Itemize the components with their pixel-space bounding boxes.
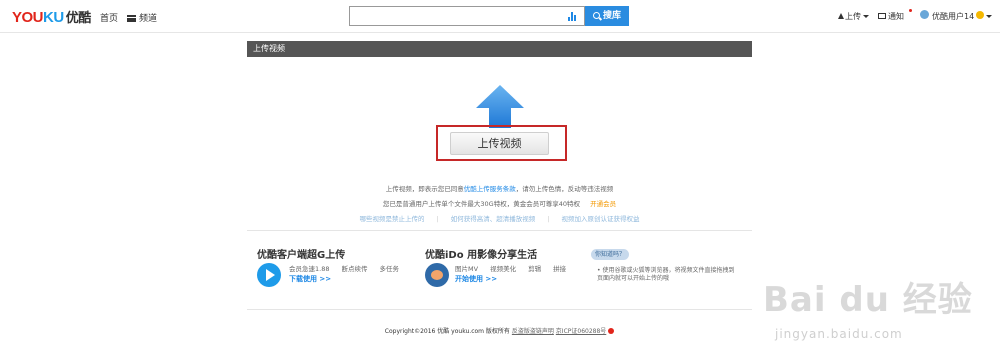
page-title: 上传视频 [247,41,752,57]
tip-badge: 你知道吗？ [591,249,629,260]
help-link[interactable]: 如何获得高清、超清播放视频 [451,215,536,223]
chevron-down-icon [863,15,869,18]
bird-icon[interactable] [425,263,449,287]
client-download-link[interactable]: 下载使用 >> [289,274,331,284]
search-icon [592,12,600,19]
upload-arrow-icon [476,85,524,128]
upload-icon [838,13,844,19]
avatar[interactable] [920,10,929,19]
baidu-watermark-url: jingyan.baidu.com [775,327,903,341]
police-badge-icon [608,328,615,334]
upload-menu[interactable]: 上传 [838,11,869,22]
divider [247,230,752,231]
help-links: 哪些视频是禁止上传的 | 如何获得高清、超清播放视频 | 视频加入原创认证获得权益 [359,215,640,223]
menu-icon [127,15,136,22]
help-link[interactable]: 哪些视频是禁止上传的 [360,215,425,223]
sun-icon [976,11,985,19]
help-link[interactable]: 视频加入原创认证获得权益 [561,215,639,223]
ido-start-link[interactable]: 开始使用 >> [455,274,497,284]
baidu-watermark: Bai du 经验 [763,280,973,320]
nav-home[interactable]: 首页 [100,11,118,24]
terms-link[interactable]: 优酷上传服务条款 [464,185,516,193]
nav-channels[interactable]: 频道 [127,11,157,24]
chevron-down-icon [986,15,993,18]
tip-text: • 使用谷歌或火狐等浏览器，将视频文件直接拖拽到 页面内就可以开始上传的哦 [597,267,735,282]
vip-link[interactable]: 开通会员 [590,200,616,208]
terms-line: 上传视频，即表示您已同意优酷上传服务条款，请勿上传色情，反动等违法视频 [385,185,614,193]
nav-channels-label: 频道 [139,14,158,24]
voice-bars-icon[interactable] [568,11,578,21]
divider [247,309,752,310]
mail-icon [878,13,886,19]
top-header: YOUKU 优酷 首页 频道 搜库 上传 通知 优酷用户14 [0,0,1000,33]
footer-link[interactable]: 京ICP证060288号 [556,328,606,335]
user-menu[interactable]: 优酷用户14 [932,11,993,22]
play-icon[interactable] [257,263,281,287]
ido-features: 图片MV 视频美化 剪辑 拼接 [455,265,567,273]
footer: Copyright©2016 优酷 youku.com 版权所有 反盗版盗链声明… [247,326,752,335]
search-input[interactable] [350,10,570,28]
search-box [349,6,585,28]
client-features: 会员急速1.88 断点续传 多任务 [289,265,399,273]
notification-dot [909,9,912,12]
notify-menu[interactable]: 通知 [878,11,904,22]
quota-line: 您已是普通用户上传单个文件最大30G特权，黄金会员可尊享40特权 开通会员 [382,200,617,208]
client-promo-title: 优酷客户端超G上传 [257,250,346,261]
upload-video-button[interactable]: 上传视频 [450,132,549,155]
ido-promo-title: 优酷iDo 用影像分享生活 [425,250,538,261]
youku-logo[interactable]: YOUKU 优酷 [12,7,91,26]
footer-link[interactable]: 反盗版盗链声明 [512,328,554,335]
search-button[interactable]: 搜库 [585,6,629,26]
